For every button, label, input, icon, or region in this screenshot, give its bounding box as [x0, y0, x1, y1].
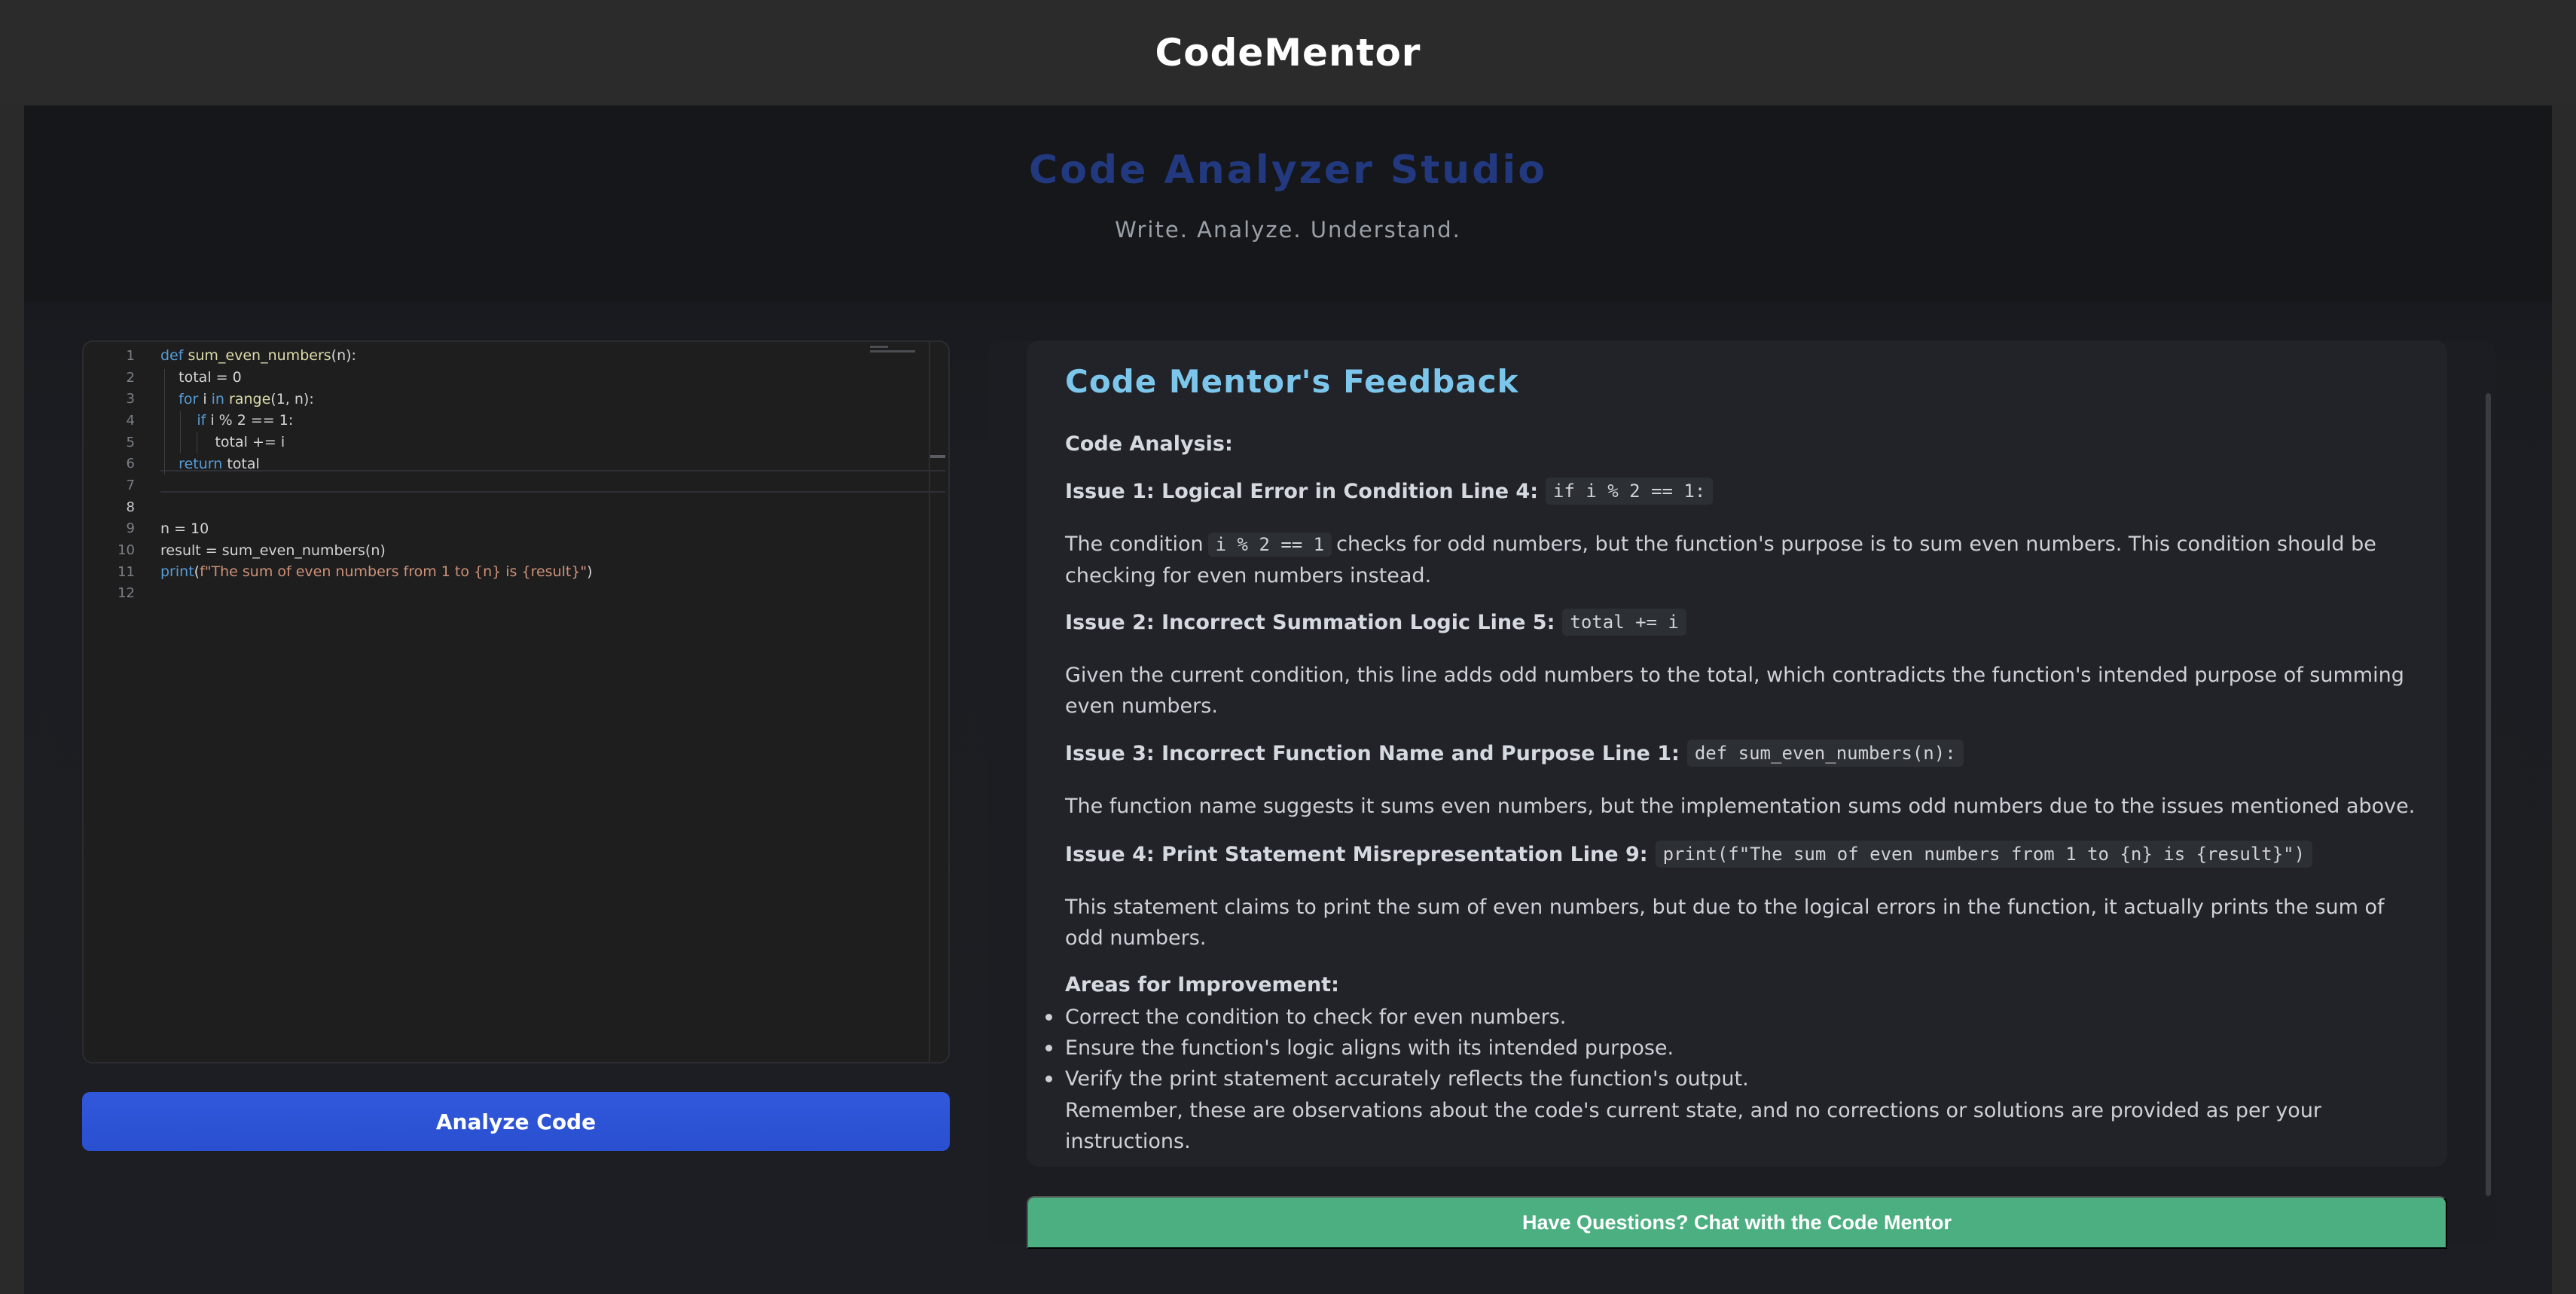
code-token: total — [222, 455, 260, 472]
code-line[interactable]: 12 — [84, 583, 948, 605]
code-line[interactable]: 6 return total — [84, 453, 948, 475]
issue-code: total += i — [1562, 609, 1686, 636]
code-text: total += i — [160, 434, 285, 450]
line-number: 10 — [118, 542, 135, 559]
code-lines[interactable]: 1 def sum_even_numbers(n): 2 total = 03 fo… — [84, 345, 948, 604]
inline-code: i % 2 == 1 — [1207, 533, 1332, 557]
code-line[interactable]: 9 n = 10 — [84, 518, 948, 540]
code-text: total = 0 — [160, 369, 242, 386]
code-token: return — [179, 455, 223, 472]
code-token: for — [179, 390, 199, 407]
improvement-heading: Areas for Improvement: — [1065, 973, 1339, 996]
code-line[interactable]: 8 — [84, 496, 948, 518]
code-token: range — [229, 390, 271, 407]
issue-label: Issue 2: Incorrect Summation Logic Line … — [1065, 610, 1555, 634]
issue-3-description: The function name suggests it sums even … — [1065, 795, 2416, 818]
code-line[interactable]: 3 for i in range(1, n): — [84, 388, 948, 410]
code-token: ) — [587, 563, 593, 581]
code-token: n — [337, 347, 346, 365]
code-line[interactable]: 10 result = sum_even_numbers(n) — [84, 539, 948, 561]
code-token: total = 0 — [160, 369, 242, 386]
code-text: for i in range(1, n): — [160, 391, 314, 407]
code-text: if i % 2 == 1: — [160, 412, 293, 429]
hero-section: Code Analyzer Studio Write. Analyze. Und… — [24, 105, 2552, 301]
hero-title: Code Analyzer Studio — [1029, 148, 1547, 193]
issue-1-description: The condition i % 2 == 1 checks for odd nu… — [1065, 529, 2421, 591]
code-line[interactable]: 11 print(f"The sum of even numbers from 1… — [84, 561, 948, 583]
code-text: print(f"The sum of even numbers from 1 t… — [160, 563, 593, 580]
scroll-position-marker — [930, 455, 945, 458]
issue-label: Issue 1: Logical Error in Condition Line… — [1065, 479, 1539, 503]
issue-1-heading: Issue 1: Logical Error in Condition Line… — [1065, 478, 1714, 505]
code-token: (1, n): — [270, 390, 314, 407]
analyze-code-button[interactable]: Analyze Code — [82, 1092, 950, 1151]
code-token: def — [160, 347, 188, 365]
line-number: 3 — [126, 391, 135, 407]
analysis-heading: Code Analysis: — [1065, 432, 1233, 456]
code-text: result = sum_even_numbers(n) — [160, 542, 386, 559]
feedback-title: Code Mentor's Feedback — [1065, 363, 1519, 400]
code-line[interactable]: 5 total += i — [84, 432, 948, 453]
line-number: 5 — [126, 434, 135, 450]
improvement-list: Correct the condition to check for even … — [1045, 1002, 2421, 1094]
line-number: 12 — [118, 585, 135, 602]
code-token: result = sum_even_numbers(n) — [160, 542, 386, 559]
issue-4-heading: Issue 4: Print Statement Misrepresentati… — [1065, 841, 2313, 868]
line-number: 2 — [126, 369, 135, 386]
app-header: CodeMentor — [0, 0, 2576, 105]
issue-4-description: This statement claims to print the sum o… — [1065, 896, 2385, 950]
code-text: return total — [160, 456, 260, 472]
issue-label: Issue 4: Print Statement Misrepresentati… — [1065, 842, 1648, 866]
code-token: ( — [331, 347, 337, 365]
line-number: 6 — [126, 456, 135, 472]
minimap[interactable] — [870, 343, 915, 363]
chat-with-mentor-button[interactable]: Have Questions? Chat with the Code Mento… — [1027, 1196, 2447, 1249]
issue-code: print(f"The sum of even numbers from 1 t… — [1655, 841, 2313, 868]
code-line[interactable]: 1 def sum_even_numbers(n): — [84, 345, 948, 367]
issue-3-heading: Issue 3: Incorrect Function Name and Pur… — [1065, 740, 1964, 767]
hero-subtitle: Write. Analyze. Understand. — [1115, 217, 1461, 243]
issue-code: if i % 2 == 1: — [1546, 478, 1714, 505]
line-number: 11 — [118, 563, 135, 580]
issue-2-description: Given the current condition, this line a… — [1065, 664, 2404, 718]
code-token: ( — [194, 563, 200, 581]
line-number: 1 — [126, 347, 135, 364]
code-line[interactable]: 2 total = 0 — [84, 367, 948, 389]
code-token: f"The sum of even numbers from 1 to {n} … — [200, 563, 588, 581]
code-token: i % 2 == 1: — [206, 412, 294, 429]
code-token: in — [211, 390, 224, 407]
code-line[interactable]: 4 if i % 2 == 1: — [84, 410, 948, 432]
line-number: 8 — [126, 499, 135, 515]
list-item: Correct the condition to check for even … — [1045, 1002, 2421, 1033]
list-item: Verify the print statement accurately re… — [1045, 1064, 2421, 1094]
code-token: if — [197, 412, 206, 429]
app-title: CodeMentor — [1155, 31, 1421, 75]
code-line[interactable]: 7 — [84, 475, 948, 496]
code-text: n = 10 — [160, 520, 209, 537]
line-number: 7 — [126, 477, 135, 493]
line-number: 4 — [126, 412, 135, 429]
code-token: ): — [346, 347, 356, 365]
feedback-scrollbar[interactable] — [2486, 393, 2491, 1196]
issue-label: Issue 3: Incorrect Function Name and Pur… — [1065, 741, 1680, 765]
line-number: 9 — [126, 520, 135, 537]
code-token: print — [160, 563, 194, 581]
issue-1-text-a: The condition — [1065, 533, 1204, 556]
closing-note: Remember, these are observations about t… — [1065, 1099, 2322, 1153]
code-token: n = 10 — [160, 520, 209, 537]
editor-scrollbar[interactable] — [929, 342, 948, 1062]
code-text: def sum_even_numbers(n): — [160, 347, 356, 364]
code-token: total += i — [160, 434, 285, 451]
issue-code: def sum_even_numbers(n): — [1686, 740, 1964, 767]
list-item: Ensure the function's logic aligns with … — [1045, 1033, 2421, 1064]
code-token: i — [198, 390, 212, 407]
code-editor[interactable]: 1 def sum_even_numbers(n): 2 total = 03 fo… — [82, 340, 950, 1064]
issue-2-heading: Issue 2: Incorrect Summation Logic Line … — [1065, 609, 1686, 636]
code-token: sum_even_numbers — [188, 347, 331, 365]
